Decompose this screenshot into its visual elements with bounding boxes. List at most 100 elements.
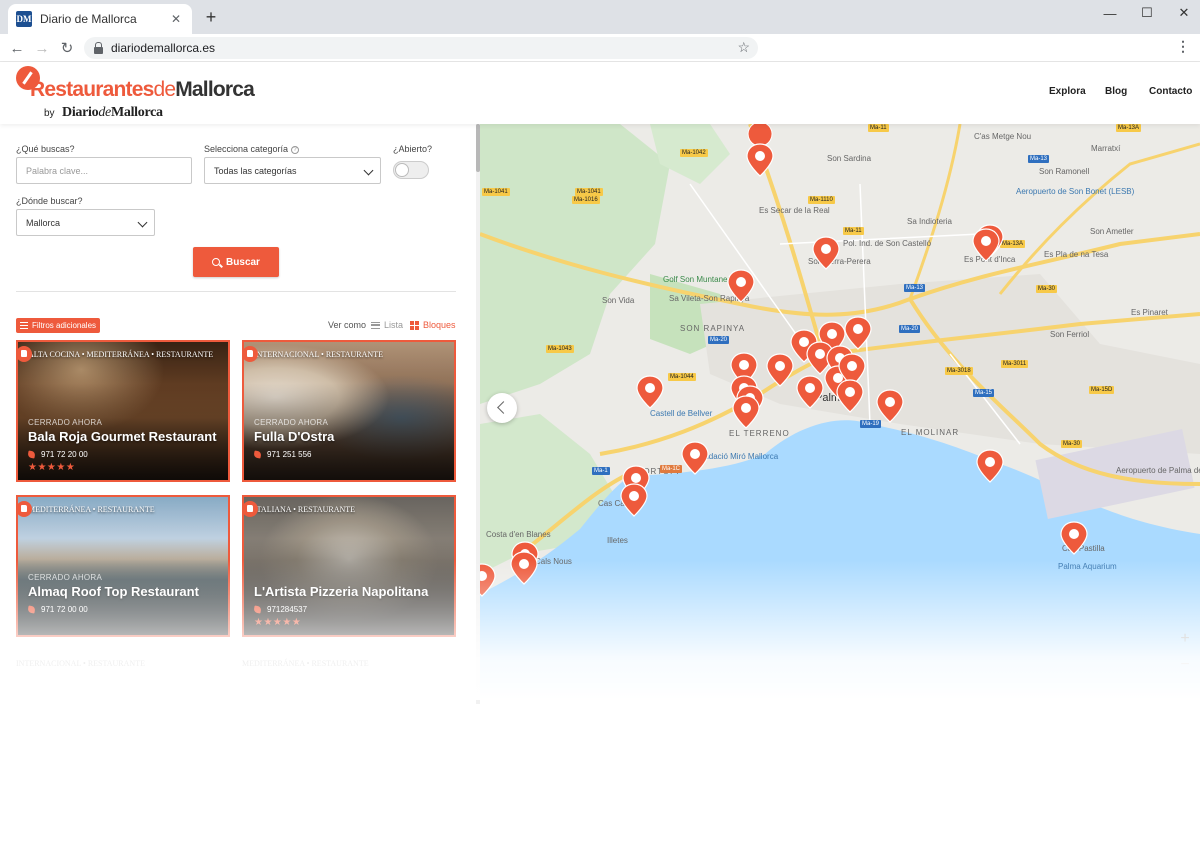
thumbs-up-icon [18,501,32,517]
road-shield: Ma-20 [899,325,921,333]
restaurant-card[interactable]: INTERNACIONAL • RESTAURANTE CERRADO AHOR… [242,340,456,482]
logo-byline: by DiariodeMallorca [44,103,163,121]
map[interactable]: C'as Metge Nou Marratxí Son Sardina Son … [480,124,1200,700]
card-name[interactable]: Fulla D'Ostra [254,429,334,444]
toggle-knob [395,163,409,177]
map-label: Es Secar de la Real [759,206,830,215]
faded-card-tags: INTERNACIONAL • RESTAURANTE [16,659,145,668]
restaurant-card[interactable]: ITALIANA • RESTAURANTE L'Artista Pizzeri… [242,495,456,637]
map-label: C'as Metge Nou [974,132,1032,141]
map-label: Son Ferriol [1050,330,1090,339]
map-label: Fundació Miró Mallorca [695,452,779,461]
category-label-wrap: Selecciona categoría? [204,144,300,154]
photo-shade [244,497,454,635]
logo-brand-3: Mallorca [110,105,163,120]
bookmark-star-icon[interactable]: ☆ [737,39,750,56]
restaurant-card[interactable]: ALTA COCINA • MEDITERRÁNEA • RESTAURANTE… [16,340,230,482]
card-name[interactable]: L'Artista Pizzeria Napolitana [254,584,428,599]
card-status: CERRADO AHORA [28,418,103,427]
zoom-out-icon[interactable]: − [1176,656,1194,674]
view-list-button[interactable]: Lista [371,320,403,330]
map-label: Palma Aquarium [1058,562,1117,571]
card-phone-number: 971 72 00 00 [41,605,88,614]
maximize-icon[interactable]: ☐ [1127,0,1167,26]
photo-shade [244,342,454,480]
where-select[interactable]: Mallorca [16,209,155,236]
map-label: Castell de Bellver [650,409,713,418]
phone-icon [253,605,262,614]
close-window-icon[interactable]: ✕ [1164,0,1200,26]
additional-filters-button[interactable]: Filtros adicionales [16,318,101,333]
phone-icon [27,450,36,459]
road-shield: Ma-30 [1036,285,1058,293]
logo-by: by [44,108,55,119]
reload-icon[interactable]: ↻ [56,37,78,59]
close-tab-icon[interactable]: ✕ [168,12,184,26]
map-label: Costa d'en Blanes [486,530,551,539]
category-value: Todas las categorías [214,165,297,176]
search-button[interactable]: Buscar [193,247,279,277]
map-label: SON RAPINYA [680,324,746,333]
category-select[interactable]: Todas las categorías [204,157,381,184]
keyword-input[interactable]: Palabra clave... [16,157,192,184]
thumbs-up-icon [244,501,258,517]
photo-shade [18,342,228,480]
browser-menu-icon[interactable]: ⋮ [1176,38,1190,55]
map-label: Sa Vileta-Son Rapinya [669,294,750,303]
road-shield: Ma-1110 [808,196,835,204]
map-label: Aeropuerto de Son Bonet (LESB) [1016,187,1135,196]
nav-blog[interactable]: Blog [1105,86,1127,97]
nav-explora[interactable]: Explora [1049,86,1086,97]
list-icon [371,321,380,329]
grid-icon [410,320,419,330]
road-shield: Ma-11 [868,124,889,132]
road-shield: Ma-1041 [482,188,510,196]
road-shield: Ma-11 [843,227,864,235]
logo-brand-2: de [98,105,111,120]
card-phone-number: 971284537 [267,605,308,614]
card-tags: INTERNACIONAL • RESTAURANTE [254,350,383,359]
card-phone: 971 72 20 00 [27,450,88,459]
road-shield: Ma-1044 [668,373,696,381]
map-label: Son Ramonell [1039,167,1090,176]
thumbs-up-icon [18,346,32,362]
search-button-label: Buscar [226,256,260,268]
restaurant-card[interactable]: MEDITERRÁNEA • RESTAURANTE CERRADO AHORA… [16,495,230,637]
road-shield: Ma-3018 [945,367,973,375]
road-shield: Ma-1041 [575,188,603,196]
new-tab-button[interactable]: + [200,6,222,28]
forward-icon[interactable]: → [31,37,53,59]
card-phone: 971 251 556 [253,450,312,459]
minimize-icon[interactable]: — [1090,0,1130,26]
back-icon[interactable]: ← [6,37,28,59]
card-name[interactable]: Almaq Roof Top Restaurant [28,584,199,599]
map-label: Son Serra-Perera [808,257,871,266]
map-canvas [480,124,1200,700]
help-icon[interactable]: ? [291,145,300,154]
card-phone: 971 72 00 00 [27,605,88,614]
tab-title: Diario de Mallorca [40,12,137,26]
browser-toolbar: ← → ↻ diariodemallorca.es ☆ ⋮ [0,34,1200,62]
site-favicon-icon: DM [16,11,32,27]
card-tags: ALTA COCINA • MEDITERRÁNEA • RESTAURANTE [28,350,214,359]
logo-brand: DiariodeMallorca [62,105,163,120]
logo-part1: Restaurantes [30,78,154,101]
browser-tab[interactable]: DM Diario de Mallorca ✕ [8,4,192,34]
site-header: RestaurantesdeMallorca by DiariodeMallor… [0,62,1200,124]
view-blocks-button[interactable]: Bloques [410,320,456,330]
road-shield: Ma-1 [592,467,610,475]
zoom-in-icon[interactable]: + [1176,630,1194,648]
site-logo[interactable]: RestaurantesdeMallorca [30,78,255,102]
map-label: Cas Català [598,499,638,508]
open-now-toggle[interactable] [393,161,429,179]
nav-contacto[interactable]: Contacto [1149,86,1192,97]
map-label: Illetes [607,536,628,545]
card-name[interactable]: Bala Roja Gourmet Restaurant [28,429,217,444]
map-prev-arrow-icon[interactable] [487,393,517,423]
address-bar[interactable]: diariodemallorca.es ☆ [84,37,758,59]
card-phone-number: 971 72 20 00 [41,450,88,459]
road-shield: Ma-13 [904,284,926,292]
road-shield: Ma-15 [973,389,995,397]
view-list-label: Lista [384,320,404,330]
rating-stars: ★★★★★ [28,462,76,473]
